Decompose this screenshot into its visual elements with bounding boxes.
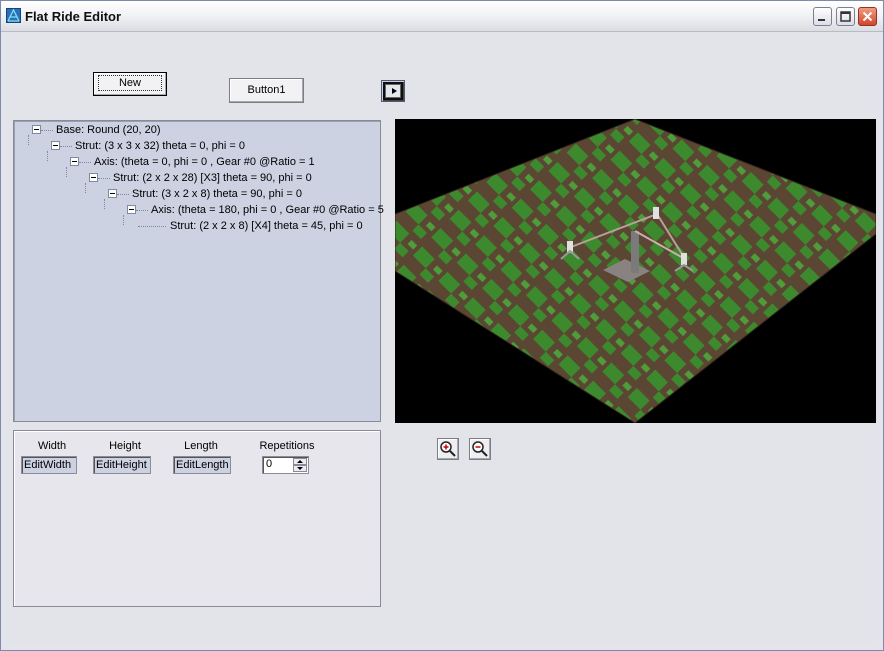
tree-node-label: Strut: (3 x 3 x 32) theta = 0, phi = 0 xyxy=(75,140,245,152)
collapse-icon[interactable] xyxy=(70,157,79,166)
new-button-label: New xyxy=(97,75,162,91)
spin-down-icon[interactable] xyxy=(293,465,307,472)
play-icon xyxy=(385,84,401,98)
height-label: Height xyxy=(109,440,141,452)
repetitions-stepper[interactable]: 0 xyxy=(262,456,309,474)
maximize-button[interactable] xyxy=(836,7,855,26)
tree-node-label: Strut: (3 x 2 x 8) theta = 90, phi = 0 xyxy=(132,188,302,200)
spin-up-icon[interactable] xyxy=(293,458,307,465)
tree-node-label: Strut: (2 x 2 x 28) [X3] theta = 90, phi… xyxy=(113,172,312,184)
length-field[interactable]: EditLength xyxy=(173,456,231,474)
terrain-view xyxy=(395,119,876,423)
zoom-in-button[interactable] xyxy=(437,438,459,460)
repetitions-value: 0 xyxy=(266,458,273,470)
minimize-icon xyxy=(818,19,825,21)
main-window: Flat Ride Editor New Button1 Base: Round… xyxy=(0,0,884,651)
new-button[interactable]: New xyxy=(93,72,167,96)
length-label: Length xyxy=(184,440,218,452)
minimize-button[interactable] xyxy=(813,7,832,26)
close-icon xyxy=(862,11,873,22)
tree-node-strut[interactable]: Strut: (3 x 3 x 32) theta = 0, phi = 0 xyxy=(51,138,245,154)
collapse-icon[interactable] xyxy=(32,125,41,134)
client-area: New Button1 Base: Round (20, 20) Strut: … xyxy=(5,32,879,646)
tree-node-strut[interactable]: Strut: (2 x 2 x 28) [X3] theta = 90, phi… xyxy=(89,170,312,186)
properties-panel: Width Height Length Repetitions EditWidt… xyxy=(13,430,381,607)
maximize-icon xyxy=(840,11,851,22)
collapse-icon[interactable] xyxy=(127,205,136,214)
title-bar[interactable]: Flat Ride Editor xyxy=(1,1,883,32)
tree-node-base[interactable]: Base: Round (20, 20) xyxy=(32,122,161,138)
tree-node-label: Strut: (2 x 2 x 8) [X4] theta = 45, phi … xyxy=(170,220,363,232)
tree-node-label: Axis: (theta = 0, phi = 0 , Gear #0 @Rat… xyxy=(94,156,315,168)
tree-node-label: Base: Round (20, 20) xyxy=(56,124,161,136)
ride-preview-viewport[interactable] xyxy=(395,119,876,423)
tree-node-axis[interactable]: Axis: (theta = 0, phi = 0 , Gear #0 @Rat… xyxy=(70,154,315,170)
tree-node-strut[interactable]: Strut: (3 x 2 x 8) theta = 90, phi = 0 xyxy=(108,186,302,202)
width-field[interactable]: EditWidth xyxy=(21,456,77,474)
tree-node-strut[interactable]: Strut: (2 x 2 x 8) [X4] theta = 45, phi … xyxy=(138,218,363,234)
collapse-icon[interactable] xyxy=(51,141,60,150)
zoom-in-icon xyxy=(440,441,456,457)
repetitions-label: Repetitions xyxy=(259,440,315,452)
zoom-out-icon xyxy=(472,441,488,457)
collapse-icon[interactable] xyxy=(108,189,117,198)
collapse-icon[interactable] xyxy=(89,173,98,182)
button1[interactable]: Button1 xyxy=(229,78,304,103)
zoom-out-button[interactable] xyxy=(469,438,491,460)
ride-structure-tree[interactable]: Base: Round (20, 20) Strut: (3 x 3 x 32)… xyxy=(13,120,384,422)
close-button[interactable] xyxy=(858,7,877,26)
tree-node-axis[interactable]: Axis: (theta = 180, phi = 0 , Gear #0 @R… xyxy=(127,202,384,218)
tree-node-label: Axis: (theta = 180, phi = 0 , Gear #0 @R… xyxy=(151,204,384,216)
app-icon xyxy=(6,8,21,23)
window-title: Flat Ride Editor xyxy=(25,9,122,24)
width-label: Width xyxy=(37,440,67,452)
play-button[interactable] xyxy=(381,80,405,102)
height-field[interactable]: EditHeight xyxy=(93,456,151,474)
